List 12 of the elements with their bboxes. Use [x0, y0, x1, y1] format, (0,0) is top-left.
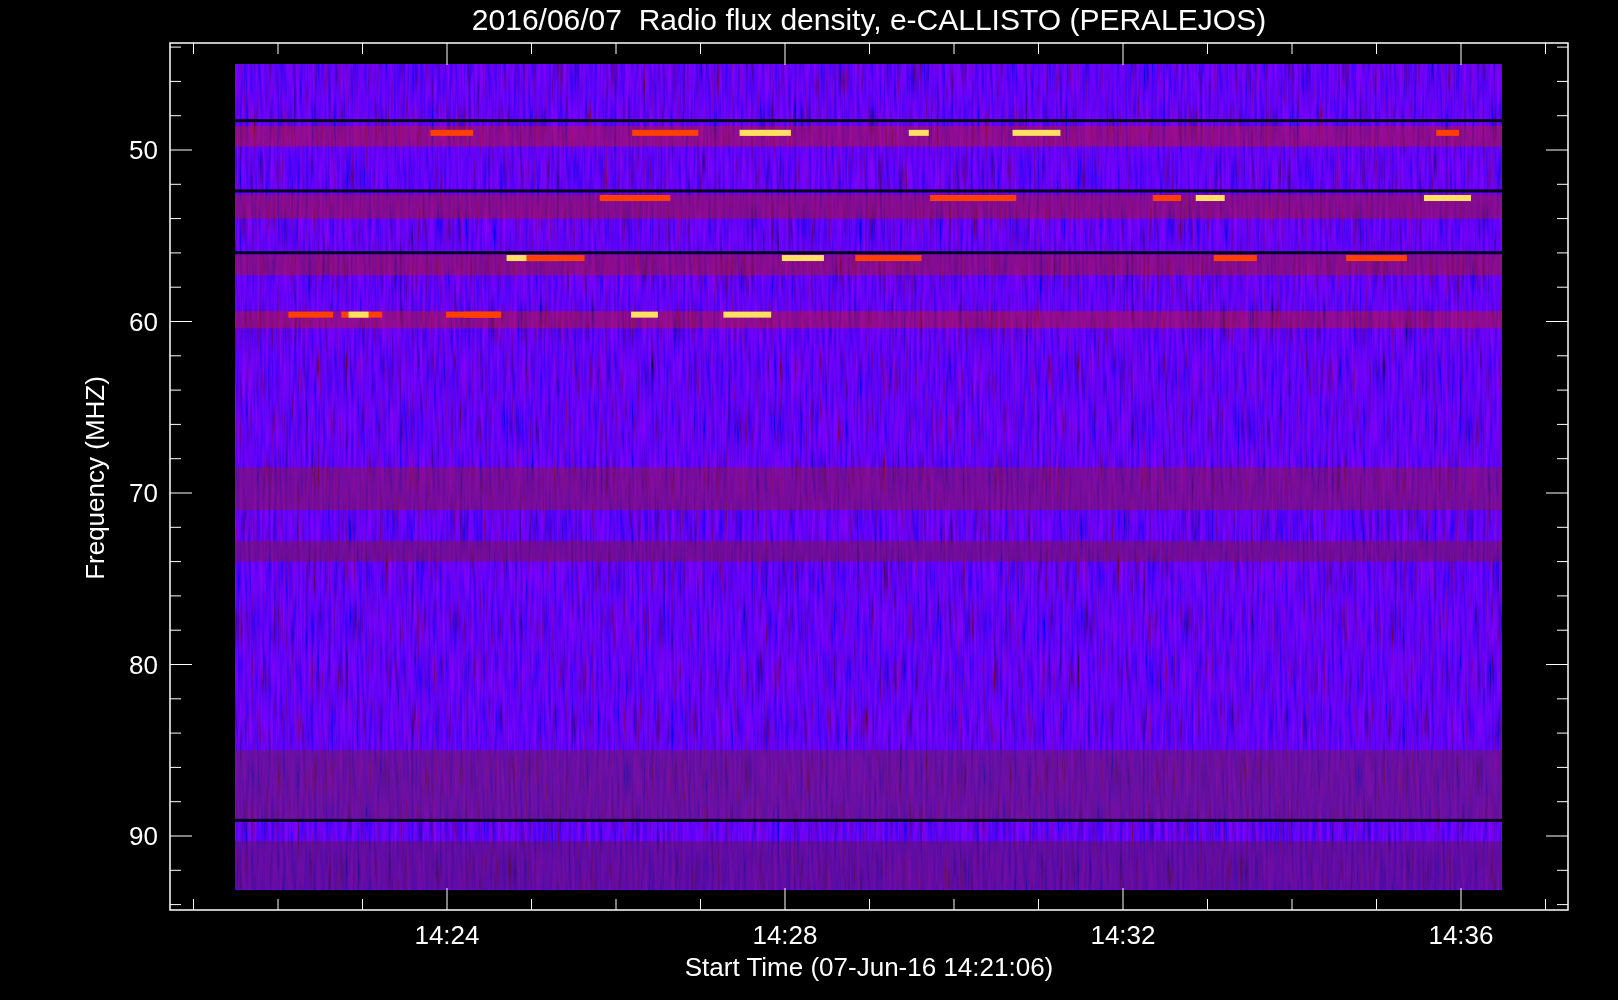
x-tick-label: 14:28 — [752, 920, 818, 950]
y-tick-label: 80 — [129, 649, 158, 680]
x-tick-label: 14:32 — [1090, 920, 1156, 950]
y-axis-label: Frequency (MHZ) — [80, 376, 110, 580]
chart-title: 2016/06/07 Radio flux density, e-CALLISTO (PERALEJOS) — [471, 3, 1267, 36]
x-tick-label: 14:24 — [414, 920, 480, 950]
y-tick-label: 60 — [129, 306, 158, 337]
y-tick-label: 70 — [129, 478, 158, 508]
y-tick-label: 50 — [129, 135, 158, 165]
y-tick-label: 90 — [129, 821, 158, 851]
x-axis-label: Start Time (07-Jun-16 14:21:06) — [684, 952, 1054, 982]
x-tick-label: 14:36 — [1428, 920, 1494, 950]
